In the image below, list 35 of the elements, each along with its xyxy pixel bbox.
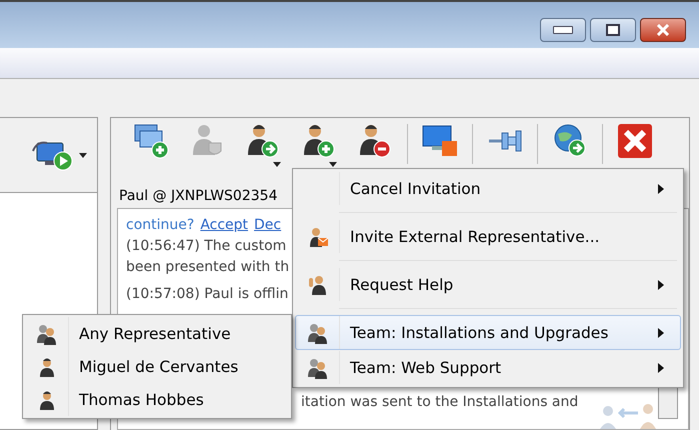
people-icon — [34, 322, 58, 344]
person-icon — [38, 390, 54, 410]
menu-item[interactable]: Thomas Hobbes — [25, 383, 289, 416]
menu-item[interactable]: Request Help — [295, 267, 681, 302]
submenu-arrow-icon — [658, 184, 664, 194]
close-icon — [615, 121, 655, 161]
maximize-button[interactable] — [590, 18, 636, 42]
chat-text: itation was sent to the Installations and — [301, 393, 578, 412]
submenu-arrow-icon — [658, 280, 664, 290]
monitor-refresh-icon — [31, 139, 75, 171]
menu-item[interactable]: Team: Web Support — [295, 350, 681, 385]
decline-link[interactable]: Dec — [254, 217, 282, 233]
menu-item[interactable]: Team: Installations and Upgrades — [295, 315, 681, 350]
menu-item[interactable]: Invite External Representative... — [295, 219, 681, 254]
menu-item[interactable]: Cancel Invitation — [295, 171, 681, 206]
chat-text: been presented with th — [126, 258, 290, 277]
caret-icon — [273, 162, 281, 167]
chat-text: (10:57:08) Paul is offlin — [126, 285, 288, 304]
close-icon — [655, 24, 671, 36]
close-button[interactable] — [640, 18, 686, 42]
accept-link[interactable]: Accept — [200, 217, 248, 233]
caret-icon — [79, 152, 87, 158]
menu-item[interactable]: Any Representative — [25, 317, 289, 350]
submenu-arrow-icon — [658, 328, 664, 338]
minimize-button[interactable] — [540, 18, 586, 42]
people-icon — [306, 322, 330, 344]
people-icon — [306, 356, 330, 378]
toolbar-button[interactable] — [31, 139, 87, 171]
chat-text: (10:56:47) The custom — [126, 237, 286, 256]
person-icon — [38, 356, 54, 376]
menu-item[interactable]: Miguel de Cervantes — [25, 350, 289, 383]
chat-text: continue? — [126, 217, 194, 233]
session-title: Paul @ JXNPLWS02354 — [118, 187, 278, 206]
submenu-arrow-icon — [658, 362, 664, 372]
person-hand-icon — [306, 274, 328, 296]
